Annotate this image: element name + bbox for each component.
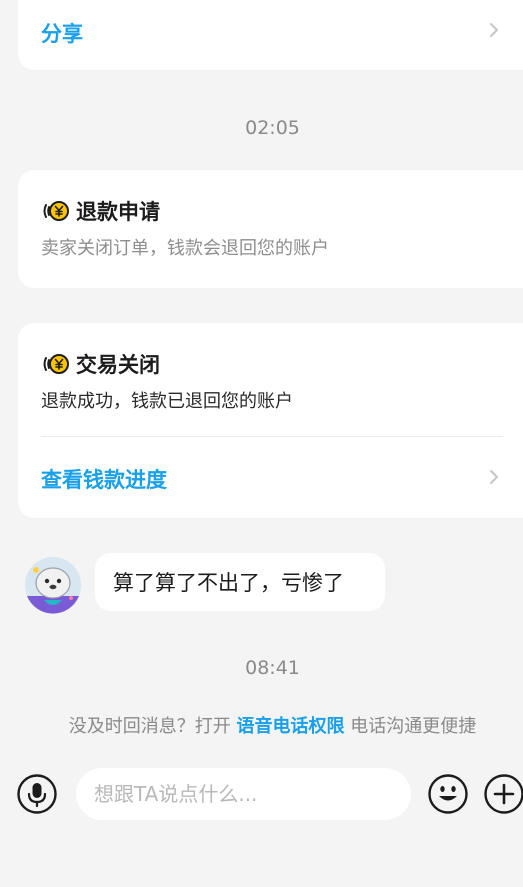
hint-suffix: 电话沟通更便捷 bbox=[344, 716, 477, 737]
plus-icon bbox=[484, 774, 523, 814]
view-refund-progress-link[interactable]: 查看钱款进度 bbox=[18, 437, 523, 517]
card-description: 卖家关闭订单，钱款会退回您的账户 bbox=[41, 238, 329, 259]
voice-call-hint: 没及时回消息？打开 语音电话权限 电话沟通更便捷 bbox=[0, 712, 523, 738]
timestamp: 02:05 bbox=[245, 117, 300, 139]
microphone-icon bbox=[17, 774, 57, 814]
hint-prefix: 没及时回消息？打开 bbox=[68, 716, 237, 737]
voice-call-permission-link[interactable]: 语音电话权限 bbox=[237, 716, 345, 737]
share-card[interactable]: 分享 bbox=[18, 0, 523, 70]
timestamp: 08:41 bbox=[245, 657, 300, 679]
chevron-right-icon bbox=[486, 469, 502, 485]
share-label: 分享 bbox=[41, 22, 83, 46]
composer-bar bbox=[0, 765, 523, 825]
emoji-icon bbox=[428, 774, 468, 814]
message-input[interactable] bbox=[76, 768, 411, 820]
yuan-coin-icon bbox=[43, 201, 69, 221]
emoji-button[interactable] bbox=[428, 774, 468, 814]
card-title: 交易关闭 bbox=[76, 353, 160, 377]
card-description: 退款成功，钱款已退回您的账户 bbox=[41, 391, 293, 412]
message-bubble[interactable]: 算了算了不出了，亏惨了 bbox=[95, 553, 385, 611]
chevron-right-icon bbox=[486, 22, 502, 38]
transaction-closed-card: 交易关闭 退款成功，钱款已退回您的账户 查看钱款进度 bbox=[18, 323, 523, 518]
card-title: 退款申请 bbox=[76, 200, 160, 224]
yuan-coin-icon bbox=[43, 354, 69, 374]
avatar[interactable] bbox=[24, 556, 82, 614]
view-refund-progress-label: 查看钱款进度 bbox=[41, 468, 167, 492]
card-title-row: 退款申请 bbox=[41, 196, 160, 226]
refund-request-card[interactable]: 退款申请 卖家关闭订单，钱款会退回您的账户 bbox=[18, 170, 523, 288]
add-attachment-button[interactable] bbox=[484, 774, 523, 814]
card-title-row: 交易关闭 bbox=[41, 349, 160, 379]
voice-input-button[interactable] bbox=[17, 774, 57, 814]
message-text: 算了算了不出了，亏惨了 bbox=[113, 571, 344, 595]
